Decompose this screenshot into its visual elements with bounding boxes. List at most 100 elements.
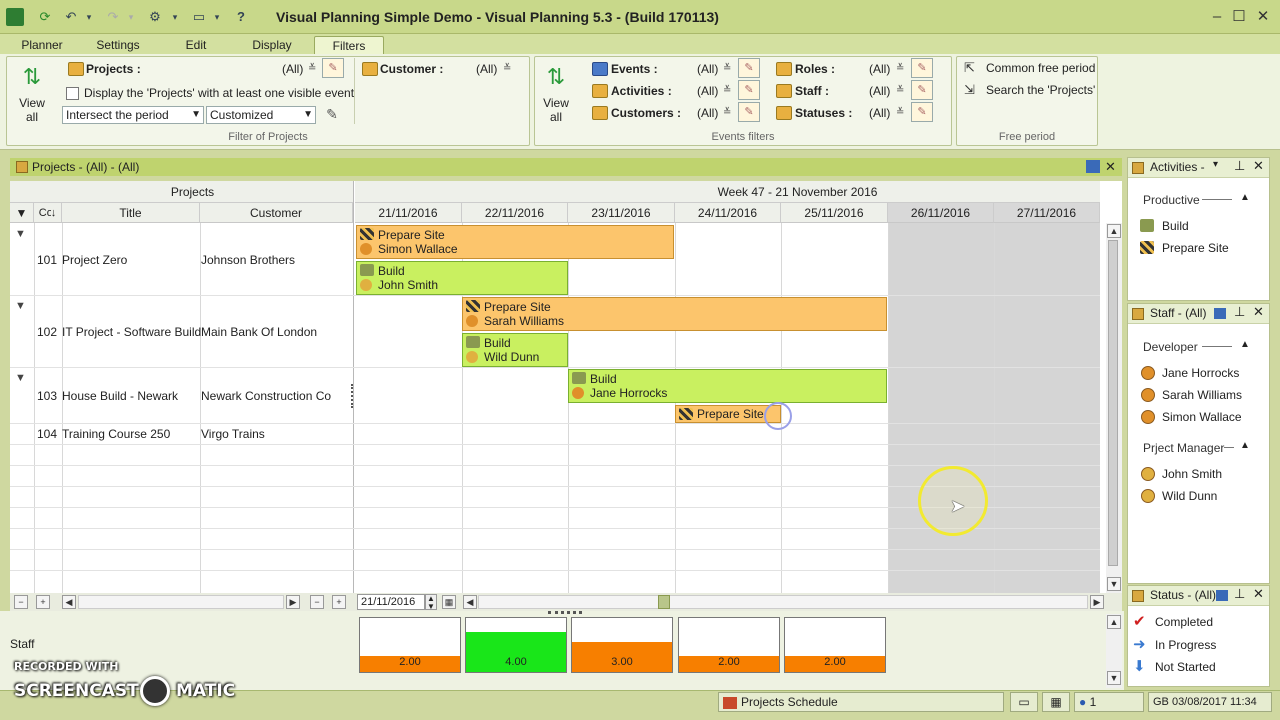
customer-filter-value[interactable]: (All) [476, 62, 497, 76]
close-icon[interactable]: ✕ [1253, 304, 1264, 320]
col-title-header[interactable]: Title [62, 203, 200, 223]
hscroll-track[interactable] [78, 595, 284, 609]
tab-display[interactable]: Display [242, 36, 302, 54]
event-bar[interactable]: Build Wild Dunn [462, 333, 568, 367]
collapse-icon[interactable]: ▲ [1240, 440, 1250, 451]
staff-pick-icon[interactable]: ✎ [911, 80, 933, 100]
staff-filter-value[interactable]: (All) [869, 84, 890, 98]
expand-all-icon[interactable]: + [36, 595, 50, 609]
view-all-events-icon[interactable]: ⇅ [544, 64, 568, 90]
scroll-up-icon[interactable]: ▲ [1107, 224, 1121, 238]
col-code-header[interactable]: Code↓ [34, 203, 62, 223]
activity-item[interactable]: Prepare Site [1162, 241, 1229, 255]
timeline-right-icon[interactable]: ▶ [1090, 595, 1104, 609]
scroll-left-icon[interactable]: ◀ [62, 595, 76, 609]
calendar-icon[interactable]: ▦ [442, 595, 456, 609]
roles-dropdown-icon[interactable]: ≚ [896, 63, 904, 74]
screen-dropdown-icon[interactable]: ▾ [208, 8, 226, 26]
scroll-down-icon[interactable]: ▼ [1107, 671, 1121, 685]
activity-item[interactable]: Build [1162, 219, 1189, 233]
row-collapse-icon[interactable]: ▼ [15, 228, 26, 240]
event-bar[interactable]: Prepare Site Sarah Williams [462, 297, 887, 331]
customers-pick-icon[interactable]: ✎ [738, 102, 760, 122]
scroll-down-icon[interactable]: ▼ [1107, 577, 1121, 591]
display-visible-checkbox[interactable] [66, 87, 79, 100]
maximize-icon[interactable]: ☐ [1228, 8, 1250, 26]
vscroll-thumb[interactable] [1108, 240, 1118, 566]
undo-dropdown-icon[interactable]: ▾ [80, 8, 98, 26]
settings-dropdown-icon[interactable]: ▾ [166, 8, 184, 26]
zoom-in-icon[interactable]: + [332, 595, 346, 609]
date-spinner-icon[interactable]: ▲ ▼ [425, 594, 437, 611]
timeline-thumb[interactable] [658, 595, 670, 609]
staff-item[interactable]: John Smith [1162, 467, 1222, 481]
scroll-up-icon[interactable]: ▲ [1107, 615, 1121, 629]
row-collapse-icon[interactable]: ▼ [15, 372, 26, 384]
roles-filter-value[interactable]: (All) [869, 62, 890, 76]
close-window-icon[interactable]: ✕ [1252, 8, 1274, 26]
search-projects-button[interactable]: Search the 'Projects' [986, 83, 1095, 97]
scroll-right-icon[interactable]: ▶ [286, 595, 300, 609]
customers-filter-value[interactable]: (All) [697, 106, 718, 120]
grid-icon[interactable]: ▦ [1042, 692, 1070, 712]
activities-dropdown-icon[interactable]: ≚ [723, 85, 731, 96]
splitter-handle[interactable] [351, 384, 355, 408]
minimize-icon[interactable]: – [1206, 8, 1228, 26]
close-icon[interactable]: ✕ [1253, 158, 1264, 174]
projects-filter-value[interactable]: (All) [282, 62, 303, 76]
date-field[interactable]: 21/11/2016 [357, 594, 425, 610]
settings-icon[interactable]: ⚙ [146, 8, 164, 26]
status-item[interactable]: Completed [1155, 615, 1213, 629]
resize-handle[interactable] [548, 611, 582, 615]
zoom-out-icon[interactable]: − [310, 595, 324, 609]
event-bar[interactable]: Prepare Site Simon Wallace [356, 225, 674, 259]
tab-planner[interactable]: Planner [12, 36, 72, 54]
screen-icon[interactable]: ▭ [190, 8, 208, 26]
col-filter-icon[interactable]: ▼ [10, 203, 34, 223]
event-bar[interactable]: Build John Smith [356, 261, 568, 295]
edit-pencil-icon[interactable]: ✎ [322, 106, 342, 124]
view-all-icon[interactable]: ⇅ [20, 64, 44, 90]
col-customer-header[interactable]: Customer [200, 203, 353, 223]
status-item[interactable]: Not Started [1155, 660, 1216, 674]
pin-icon[interactable]: ⊥ [1234, 304, 1245, 320]
staff-item[interactable]: Sarah Williams [1162, 388, 1242, 402]
statuses-pick-icon[interactable]: ✎ [911, 102, 933, 122]
events-dropdown-icon[interactable]: ≚ [723, 63, 731, 74]
status-item[interactable]: In Progress [1155, 638, 1216, 652]
statuses-filter-value[interactable]: (All) [869, 106, 890, 120]
timeline-left-icon[interactable]: ◀ [463, 595, 477, 609]
staff-item[interactable]: Wild Dunn [1162, 489, 1217, 503]
event-bar[interactable]: Build Jane Horrocks [568, 369, 887, 403]
collapse-icon[interactable]: ▲ [1240, 192, 1250, 203]
window-icon[interactable] [1214, 308, 1226, 319]
events-filter-value[interactable]: (All) [697, 62, 718, 76]
pin-icon[interactable]: ⊥ [1234, 158, 1245, 174]
close-icon[interactable]: ✕ [1253, 586, 1264, 602]
events-pick-icon[interactable]: ✎ [738, 58, 760, 78]
dropdown-icon[interactable]: ▾ [1213, 159, 1218, 170]
row-collapse-icon[interactable]: ▼ [15, 300, 26, 312]
tab-filters[interactable]: Filters [314, 36, 384, 54]
activities-filter-value[interactable]: (All) [697, 84, 718, 98]
close-panel-icon[interactable]: ✕ [1105, 159, 1116, 175]
roles-pick-icon[interactable]: ✎ [911, 58, 933, 78]
timeline-hscroll[interactable] [478, 595, 1088, 609]
customer-dropdown-icon[interactable]: ≚ [503, 63, 511, 74]
common-free-period-button[interactable]: Common free period [986, 61, 1095, 75]
monitor-icon[interactable]: ▭ [1010, 692, 1038, 712]
view-all-button[interactable]: View all [14, 96, 50, 124]
help-icon[interactable]: ? [232, 8, 250, 26]
collapse-icon[interactable]: ▲ [1240, 339, 1250, 350]
staff-item[interactable]: Simon Wallace [1162, 410, 1242, 424]
view-all-events-button[interactable]: View all [538, 96, 574, 124]
statuses-dropdown-icon[interactable]: ≚ [896, 107, 904, 118]
projects-pick-icon[interactable]: ✎ [322, 58, 344, 78]
view-name-segment[interactable]: Projects Schedule [718, 692, 1004, 712]
window-icon[interactable] [1216, 590, 1228, 601]
staff-item[interactable]: Jane Horrocks [1162, 366, 1239, 380]
pin-icon[interactable]: ⊥ [1234, 586, 1245, 602]
tab-edit[interactable]: Edit [166, 36, 226, 54]
staff-dropdown-icon[interactable]: ≚ [896, 85, 904, 96]
activities-pick-icon[interactable]: ✎ [738, 80, 760, 100]
